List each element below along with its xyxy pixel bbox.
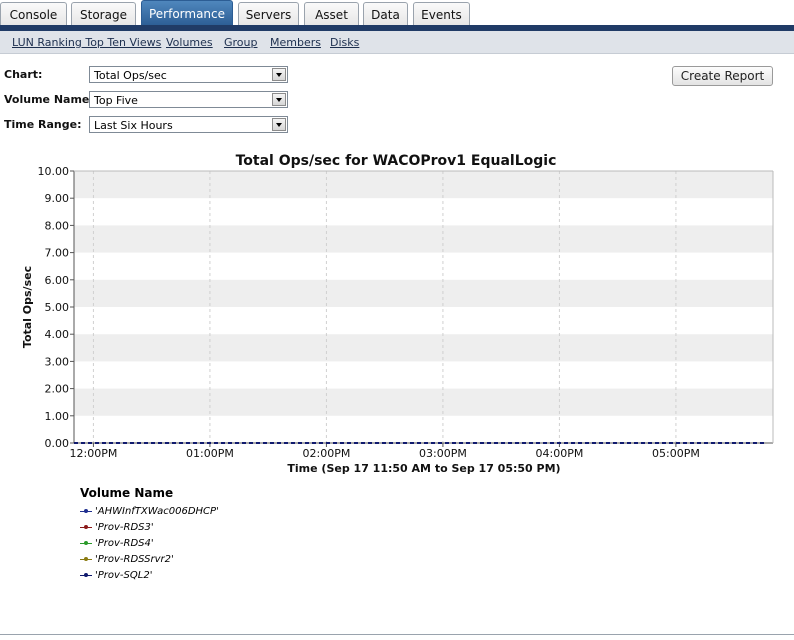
chart-title: Total Ops/sec for WACOProv1 EqualLogic xyxy=(236,153,557,169)
grid-band xyxy=(74,171,773,199)
y-tick-label: 0.00 xyxy=(45,437,70,450)
legend-marker-icon xyxy=(84,509,88,513)
legend-marker-icon xyxy=(84,541,88,545)
y-tick-label: 6.00 xyxy=(45,274,70,287)
x-tick-label: 05:00PM xyxy=(652,447,700,460)
y-tick-label: 9.00 xyxy=(45,192,70,205)
bottom-divider xyxy=(0,634,794,635)
y-axis-label: Total Ops/sec xyxy=(21,266,34,348)
legend-item-label: 'Prov-RDS4' xyxy=(95,538,154,549)
x-axis-label: Time (Sep 17 11:50 AM to Sep 17 05:50 PM… xyxy=(287,462,560,475)
legend-item-label: 'AHWInfTXWac006DHCP' xyxy=(95,506,219,517)
y-tick-label: 4.00 xyxy=(45,328,70,341)
y-tick-label: 5.00 xyxy=(45,301,70,314)
legend-item-label: 'Prov-RDS3' xyxy=(95,522,154,533)
x-tick-label: 02:00PM xyxy=(303,447,351,460)
grid-band xyxy=(74,279,773,307)
legend-marker-icon xyxy=(84,557,88,561)
grid-band xyxy=(74,225,773,253)
plot-area: 0.00 1.00 2.00 3.00 4.00 5.00 6.00 7.00 8.00 9.00… xyxy=(38,165,774,460)
legend-title: Volume Name xyxy=(80,486,174,500)
x-tick-label: 12:00PM xyxy=(70,447,118,460)
y-tick-label: 7.00 xyxy=(45,247,70,260)
y-tick-label: 10.00 xyxy=(38,165,70,178)
legend-item-label: 'Prov-SQL2' xyxy=(95,570,153,581)
legend-item-label: 'Prov-RDSSrvr2' xyxy=(95,554,174,565)
y-tick-label: 8.00 xyxy=(45,219,70,232)
performance-chart: Total Ops/sec for WACOProv1 EqualLogic T… xyxy=(21,153,774,475)
grid-band xyxy=(74,388,773,416)
x-tick-label: 03:00PM xyxy=(419,447,467,460)
legend-marker-icon xyxy=(84,573,88,577)
legend-marker-icon xyxy=(84,525,88,529)
x-tick-label: 01:00PM xyxy=(186,447,234,460)
y-tick-label: 2.00 xyxy=(45,383,70,396)
x-tick-label: 04:00PM xyxy=(536,447,584,460)
grid-band xyxy=(74,334,773,362)
y-tick-label: 1.00 xyxy=(45,410,70,423)
y-tick-label: 3.00 xyxy=(45,355,70,368)
